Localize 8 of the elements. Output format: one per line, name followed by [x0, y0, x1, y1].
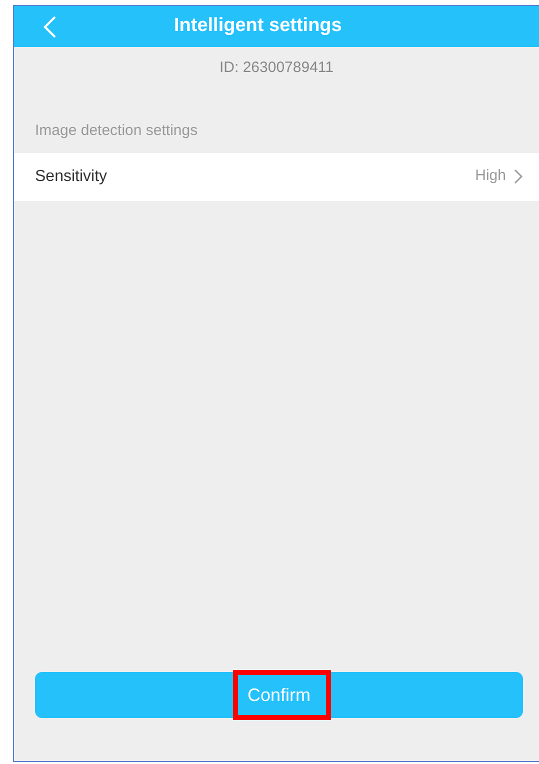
chevron-right-icon [514, 169, 523, 184]
device-id: ID: 26300789411 [220, 58, 334, 78]
back-icon [43, 14, 57, 38]
window-title: Intelligent settings [174, 14, 342, 38]
settings-row[interactable]: Sensitivity High [14, 152, 539, 200]
setting-value: High [475, 166, 506, 186]
section-label: Image detection settings [35, 122, 198, 138]
setting-label: Sensitivity [35, 166, 108, 186]
